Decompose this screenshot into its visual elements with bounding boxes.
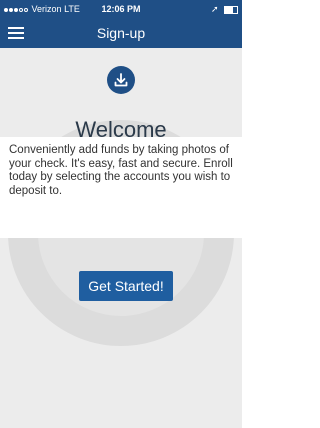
nav-bar: Sign-up xyxy=(0,18,242,48)
status-icons: ➚ xyxy=(211,0,238,18)
signup-screen: Verizon LTE 12:06 PM ➚ Sign-up Welcome C… xyxy=(0,0,242,428)
status-bar: Verizon LTE 12:06 PM ➚ xyxy=(0,0,242,18)
battery-icon xyxy=(224,5,238,14)
download-icon xyxy=(107,66,135,94)
location-arrow-icon: ➚ xyxy=(210,4,219,14)
page-title: Sign-up xyxy=(96,25,146,41)
status-time: 12:06 PM xyxy=(101,4,141,14)
intro-message: Conveniently add funds by taking photos … xyxy=(0,137,242,238)
get-started-button[interactable]: Get Started! xyxy=(79,271,173,301)
